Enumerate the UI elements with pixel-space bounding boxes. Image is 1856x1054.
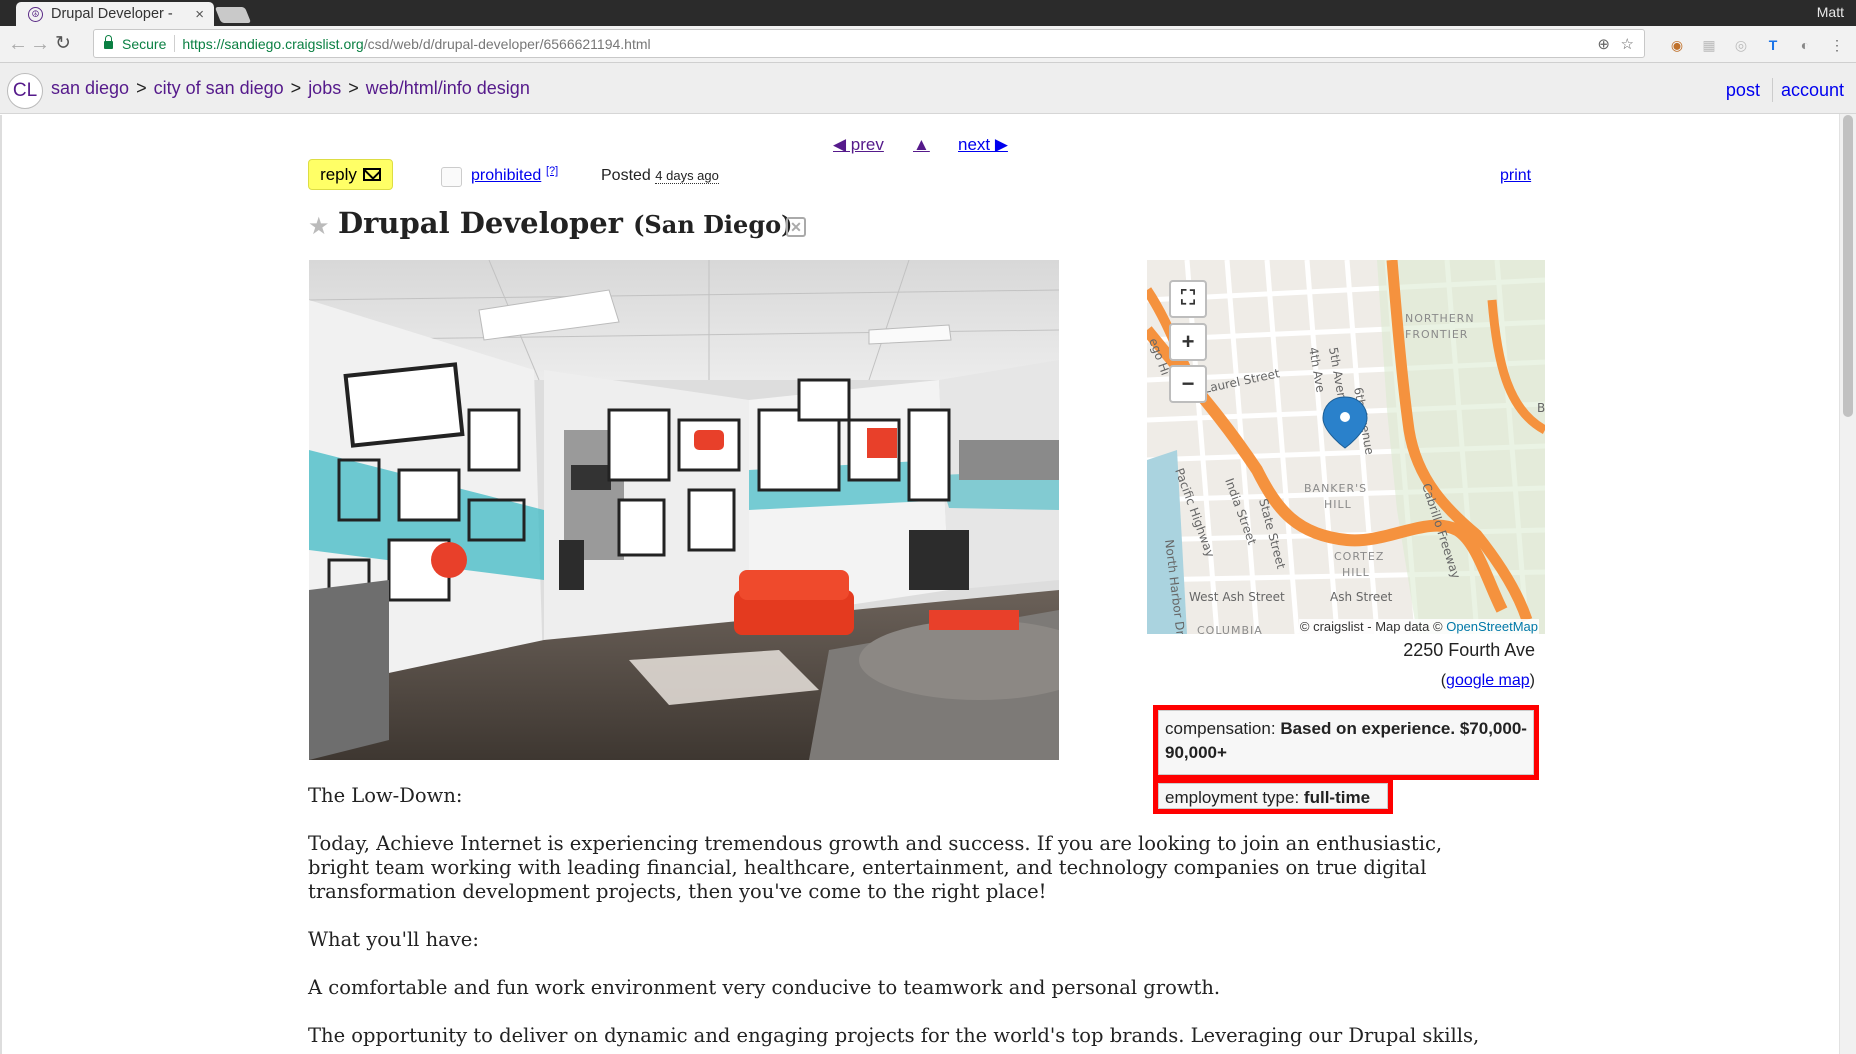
extension-type-icon[interactable]: T — [1764, 36, 1782, 54]
posting-title-text: Drupal Developer — [338, 206, 623, 240]
map-label-cortez: CORTEZ — [1334, 550, 1384, 563]
map-attribution: © craigslist - Map data © OpenStreetMap — [1298, 619, 1539, 634]
map-label-bankers: BANKER'S — [1304, 482, 1367, 495]
map-label-northern: NORTHERN — [1405, 312, 1475, 325]
body-paragraph-line-1: Today, Achieve Internet is experiencing … — [308, 832, 1443, 855]
breadcrumb-san-diego[interactable]: san diego — [51, 78, 129, 98]
browser-toolbar: ← → ↻ Secure https://sandiego.craigslist… — [0, 26, 1856, 63]
map-label-frontier: FRONTIER — [1405, 328, 1468, 341]
breadcrumb: san diego > city of san diego > jobs > web/htm… — [51, 78, 530, 98]
zoom-icon[interactable]: ⊕ — [1597, 35, 1610, 53]
up-link[interactable]: ▲ — [913, 135, 930, 154]
secure-label: Secure — [122, 35, 167, 52]
posting-location: (San Diego) — [633, 210, 793, 239]
site-header: CL san diego > city of san diego > jobs > web/… — [0, 63, 1856, 114]
browser-titlebar: ☮ Drupal Developer - × Matt — [0, 0, 1856, 26]
breadcrumb-jobs[interactable]: jobs — [308, 78, 341, 98]
extension-owl-icon[interactable]: ◉ — [1668, 36, 1686, 54]
map-fullscreen-button[interactable]: ⛶ — [1169, 280, 1207, 318]
map-address: 2250 Fourth Ave — [1403, 640, 1535, 660]
peace-icon: ☮ — [28, 6, 43, 22]
posted-ago: 4 days ago — [655, 168, 719, 184]
back-icon[interactable]: ← — [6, 32, 30, 56]
compensation-attr: compensation: Based on experience. $70,0… — [1158, 710, 1534, 775]
breadcrumb-city[interactable]: city of san diego — [154, 78, 284, 98]
extension-contrast-icon[interactable]: ◐ — [1796, 36, 1814, 54]
compensation-label: compensation: — [1165, 719, 1276, 738]
body-paragraph-environment: A comfortable and fun work environment v… — [308, 976, 1221, 999]
openstreetmap-link[interactable]: OpenStreetMap — [1446, 619, 1538, 634]
extension-circle-icon[interactable]: ◎ — [1732, 36, 1750, 54]
print-link[interactable]: print — [1500, 167, 1531, 185]
next-link[interactable]: next ▶ — [958, 135, 1008, 154]
breadcrumb-category[interactable]: web/html/info design — [366, 78, 530, 98]
omnibox-divider — [174, 35, 176, 52]
tab-title: Drupal Developer - — [51, 6, 173, 22]
url-host: https://sandiego.craigslist.org — [182, 35, 364, 52]
tab-close-button[interactable]: × — [195, 6, 204, 23]
compensation-highlight: compensation: Based on experience. $70,0… — [1153, 705, 1539, 780]
page-edge — [0, 115, 2, 1054]
map-label-west-ash: West Ash Street — [1189, 590, 1285, 604]
help-link[interactable]: [?] — [546, 165, 558, 177]
reply-label: reply — [320, 164, 357, 184]
posting-photo[interactable] — [309, 260, 1059, 760]
posted-date: Posted 4 days ago — [601, 167, 719, 185]
map-zoom-out-button[interactable]: − — [1169, 365, 1207, 403]
profile-name[interactable]: Matt — [1817, 4, 1844, 20]
body-paragraph-line-2: bright team working with leading financi… — [308, 856, 1427, 879]
posted-label: Posted — [601, 167, 651, 184]
reply-button[interactable]: reply — [308, 159, 393, 190]
craigslist-logo[interactable]: CL — [7, 73, 43, 109]
prev-link-wrap: ◀ prev — [833, 135, 884, 155]
post-link[interactable]: post — [1726, 80, 1760, 101]
new-tab-button[interactable] — [214, 7, 252, 23]
envelope-icon — [362, 168, 381, 181]
bookmark-star-icon[interactable]: ☆ — [1621, 35, 1634, 53]
body-heading-have: What you'll have: — [308, 928, 479, 951]
body-paragraph-line-3: transformation development projects, the… — [308, 880, 1047, 903]
next-link-wrap: next ▶ — [958, 135, 1008, 155]
map-attribution-text: © craigslist - Map data © — [1299, 619, 1443, 634]
header-links: post account — [1726, 78, 1844, 102]
forward-icon[interactable]: → — [28, 32, 52, 56]
prev-link[interactable]: ◀ prev — [833, 135, 884, 154]
menu-icon[interactable]: ⋮ — [1828, 36, 1846, 54]
map-zoom-in-button[interactable]: + — [1169, 323, 1207, 361]
map-label-hill: HILL — [1324, 498, 1352, 511]
address-bar[interactable]: Secure https://sandiego.craigslist.org/c… — [93, 29, 1645, 58]
extension-grid-icon[interactable]: ▦ — [1700, 36, 1718, 54]
hide-posting-icon[interactable]: ✕ — [786, 217, 806, 237]
url-path: /csd/web/d/drupal-developer/6566621194.h… — [363, 35, 651, 52]
flag-checkbox[interactable] — [441, 167, 462, 187]
map-label-cortez-hill: HILL — [1342, 566, 1370, 579]
up-link-wrap: ▲ — [913, 135, 930, 155]
map-label-ash: Ash Street — [1330, 590, 1393, 604]
google-map-wrap: (google map) — [1440, 672, 1535, 689]
map-label-b: B — [1537, 401, 1545, 415]
body-paragraph-opportunity: The opportunity to deliver on dynamic an… — [308, 1024, 1480, 1047]
map-label-columbia: COLUMBIA — [1197, 624, 1263, 634]
body-heading-lowdown: The Low-Down: — [308, 784, 463, 807]
google-map-link[interactable]: google map — [1446, 672, 1530, 689]
map-tiles: West Laurel Street 4th Ave 5th Avenue 6t… — [1147, 260, 1545, 634]
scrollbar-thumb[interactable] — [1843, 115, 1853, 417]
header-divider — [1771, 78, 1773, 102]
reload-icon[interactable]: ↻ — [51, 32, 75, 56]
prohibited-link[interactable]: prohibited — [471, 167, 541, 185]
posting-title: Drupal Developer (San Diego) — [338, 206, 792, 240]
scrollbar[interactable] — [1839, 114, 1856, 1054]
favorite-star-icon[interactable]: ★ — [308, 212, 330, 241]
browser-tab[interactable]: ☮ Drupal Developer - × — [16, 2, 214, 26]
office-photo-image — [309, 260, 1059, 760]
lock-icon — [104, 35, 113, 49]
location-map[interactable]: West Laurel Street 4th Ave 5th Avenue 6t… — [1147, 260, 1545, 634]
account-link[interactable]: account — [1781, 80, 1844, 101]
